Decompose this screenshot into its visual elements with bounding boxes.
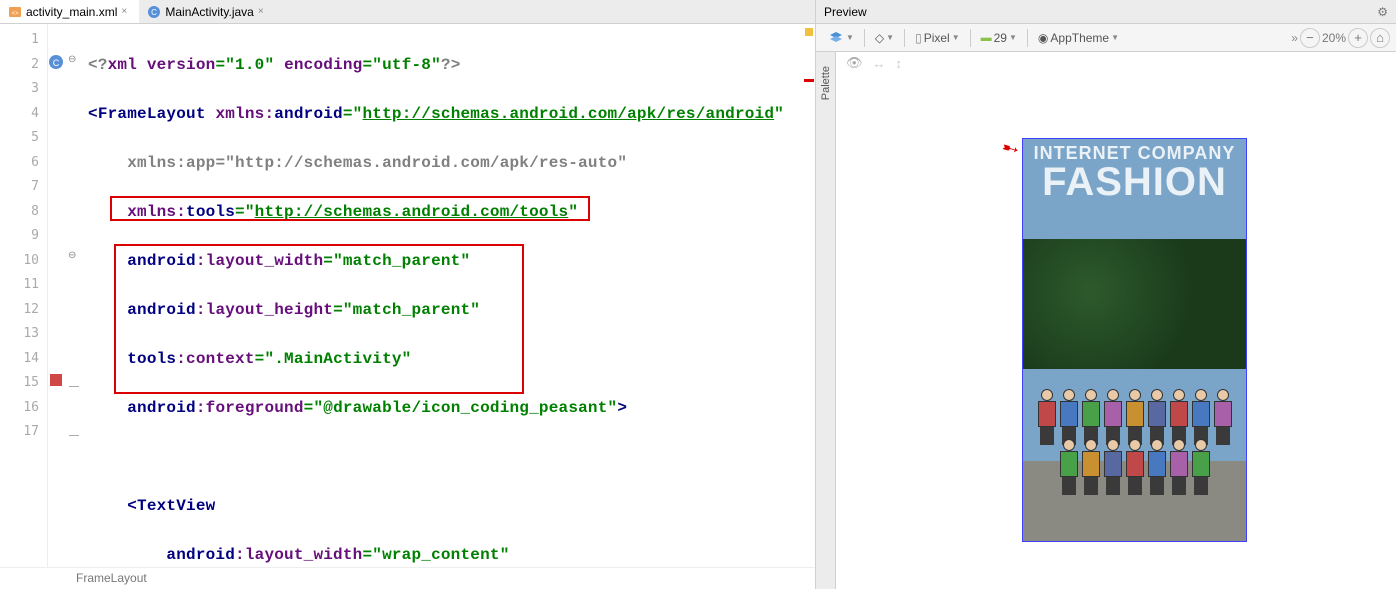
theme-icon: ◉ [1038,31,1048,45]
code-area: 1 2 3 4 5 6 7 8 9 10 11 12 13 14 15 16 1… [0,24,815,567]
preview-canvas-area: 👁 ↔ ↕ ➷ INTERNET COMPANY FASHION [836,52,1396,589]
close-icon[interactable]: × [258,6,268,17]
zoom-fit-button[interactable]: ⌂ [1370,28,1390,48]
preview-title: Preview [824,5,1377,19]
mockup-title: INTERNET COMPANY FASHION [1023,139,1246,200]
palette-tab[interactable]: Palette [816,52,836,589]
api-select-button[interactable]: ▬ 29▼ [975,27,1023,49]
preview-pane: Preview ⚙ ▼ ◇▼ ▯ Pixel▼ ▬ 29▼ ◉ AppTheme… [816,0,1396,589]
gear-icon[interactable]: ⚙ [1377,5,1388,19]
arrows-v-icon[interactable]: ↕ [896,56,903,71]
zoom-out-button[interactable]: − [1300,28,1320,48]
mockup-illustration [1027,333,1242,493]
breadcrumb[interactable]: FrameLayout [76,571,147,585]
arrows-h-icon[interactable]: ↔ [873,56,886,71]
svg-text:C: C [53,58,60,68]
tab-activity-main-xml[interactable]: <> activity_main.xml × [0,0,139,23]
java-class-icon: C [147,5,161,19]
tab-main-activity-java[interactable]: C MainActivity.java × [139,0,275,23]
error-stripe [805,24,815,567]
breadcrumb-bar: FrameLayout [0,567,815,589]
change-marker[interactable] [804,79,814,82]
svg-text:C: C [151,8,157,17]
fold-gutter: ⊖ ⊖ [66,24,84,567]
eye-icon[interactable]: 👁 [846,55,863,71]
breakpoint-marker[interactable] [50,374,62,386]
device-select-button[interactable]: ▯ Pixel▼ [909,27,966,49]
zoom-in-button[interactable]: + [1348,28,1368,48]
warning-marker[interactable] [805,28,813,36]
android-icon: ▬ [981,32,992,44]
code-editor[interactable]: <?xml version="1.0" encoding="utf-8"?> <… [84,24,815,567]
palette-label: Palette [820,66,832,100]
device-mockup[interactable]: INTERNET COMPANY FASHION [1022,138,1247,542]
file-tabs: <> activity_main.xml × C MainActivity.ja… [0,0,815,24]
xml-file-icon: <> [8,5,22,19]
fold-end-marker [69,386,79,387]
class-marker-icon: C [48,54,64,70]
preview-header: Preview ⚙ [816,0,1396,24]
line-number-gutter: 1 2 3 4 5 6 7 8 9 10 11 12 13 14 15 16 1… [0,24,48,567]
tab-label: MainActivity.java [165,5,253,19]
annotation-arrow-icon: ➷ [997,133,1024,163]
canvas-tools: 👁 ↔ ↕ [836,52,1396,74]
surface-select-button[interactable]: ▼ [822,27,860,49]
preview-toolbar: ▼ ◇▼ ▯ Pixel▼ ▬ 29▼ ◉ AppTheme▼ » − 20% … [816,24,1396,52]
close-icon[interactable]: × [121,6,131,17]
gutter-icons: C 💡 [48,24,66,567]
theme-select-button[interactable]: ◉ AppTheme▼ [1032,27,1125,49]
tab-label: activity_main.xml [26,5,117,19]
preview-canvas[interactable]: ➷ INTERNET COMPANY FASHION [836,74,1396,589]
orientation-button[interactable]: ◇▼ [869,27,900,49]
fold-handle-icon[interactable]: ⊖ [68,250,76,261]
svg-text:<>: <> [11,11,19,17]
phone-icon: ▯ [915,31,922,45]
fold-end-marker [69,435,79,436]
rotate-icon: ◇ [875,31,884,45]
zoom-controls: » − 20% + ⌂ [1291,28,1390,48]
fold-handle-icon[interactable]: ⊖ [68,54,76,65]
zoom-value: 20% [1322,31,1346,45]
preview-body: Palette 👁 ↔ ↕ ➷ INTERNET COMPANY FASHION [816,52,1396,589]
more-icon[interactable]: » [1291,31,1298,45]
editor-pane: <> activity_main.xml × C MainActivity.ja… [0,0,816,589]
